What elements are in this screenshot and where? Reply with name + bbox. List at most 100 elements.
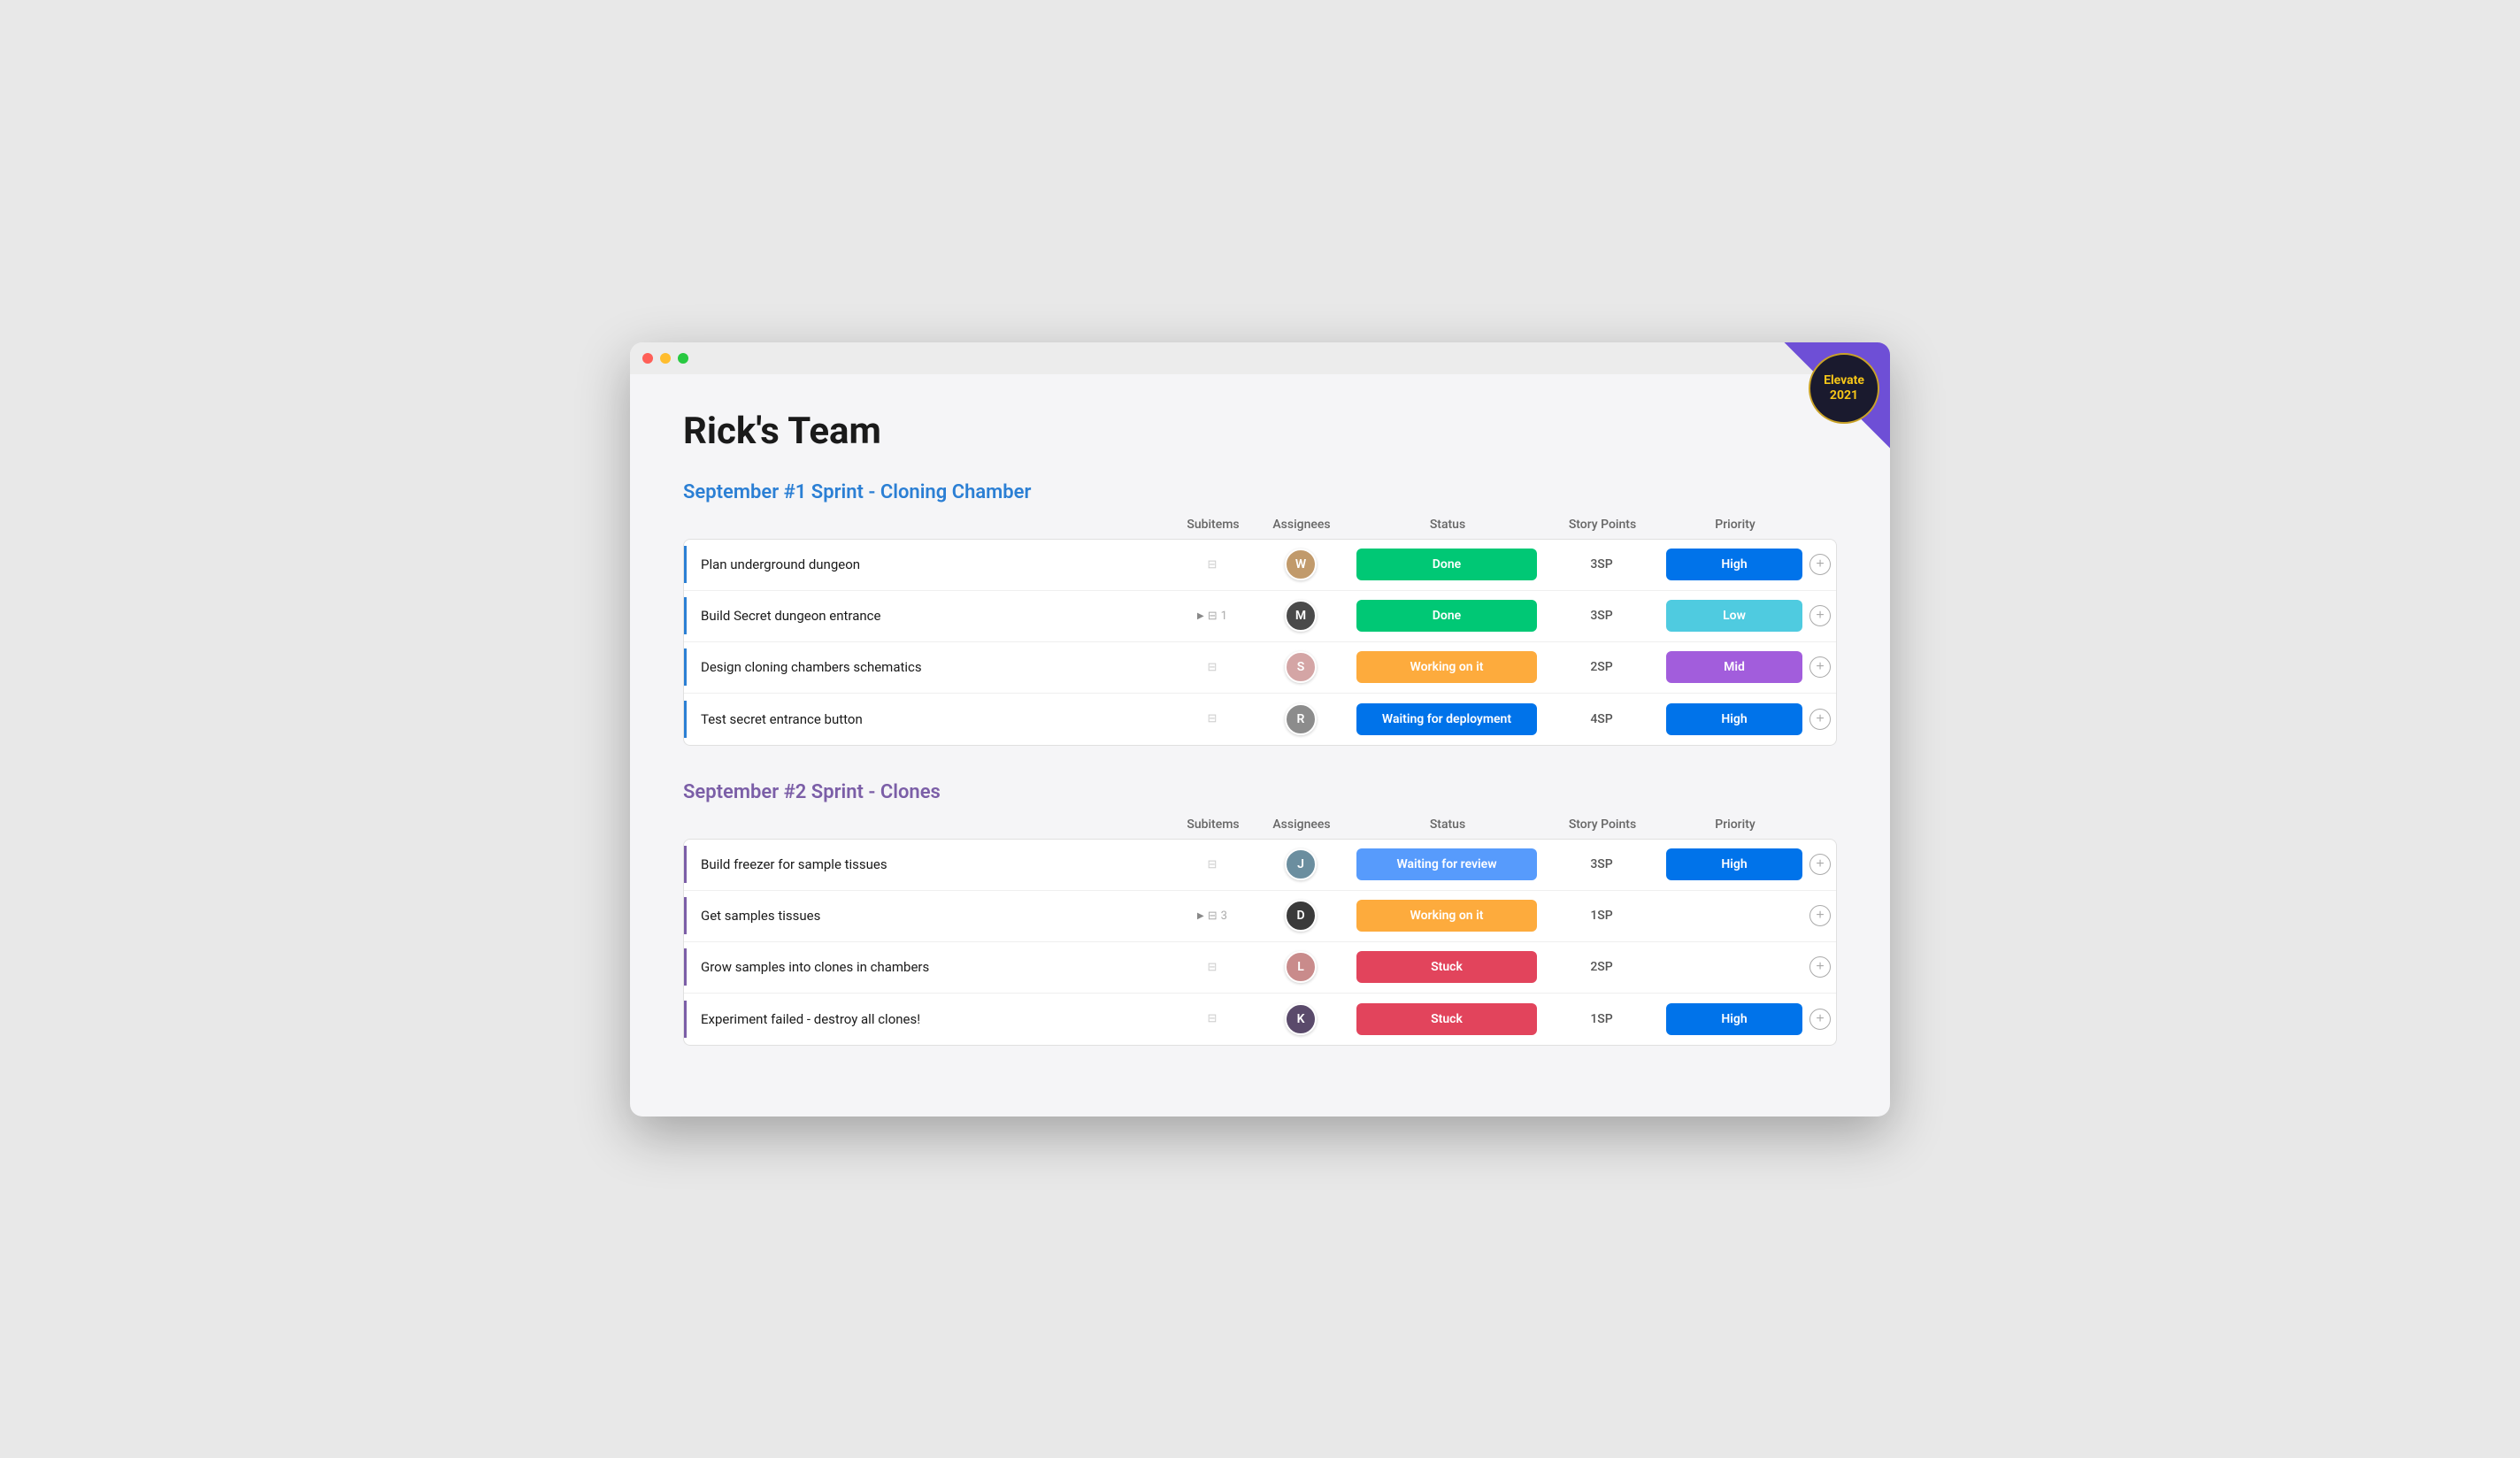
priority-badge[interactable]: High <box>1666 848 1802 880</box>
status-cell[interactable]: Working on it <box>1349 651 1544 683</box>
minimize-button[interactable] <box>660 353 671 364</box>
sprint2-title: September #2 Sprint - Clones <box>683 781 1837 803</box>
table-row[interactable]: Plan underground dungeon⊟WDone3SPHigh+ <box>684 540 1836 591</box>
assignee-cell: J <box>1252 848 1349 880</box>
row-add-button[interactable]: + <box>1809 656 1836 678</box>
close-button[interactable] <box>642 353 653 364</box>
row-add-button[interactable]: + <box>1809 905 1836 926</box>
elevate-badge: Elevate2021 <box>1784 342 1890 449</box>
row-task-name: Build Secret dungeon entrance <box>684 597 1172 634</box>
subitems-cell[interactable]: ⊟ <box>1172 858 1252 871</box>
add-icon[interactable]: + <box>1809 605 1831 626</box>
col-assignees-label2: Assignees <box>1253 817 1350 832</box>
sprint1-table: Plan underground dungeon⊟WDone3SPHigh+Bu… <box>683 539 1837 746</box>
add-icon[interactable]: + <box>1809 656 1831 678</box>
subitems-icon: ⊟ <box>1208 661 1218 674</box>
sprint2-table: Build freezer for sample tissues⊟JWaitin… <box>683 839 1837 1046</box>
status-cell[interactable]: Working on it <box>1349 900 1544 932</box>
priority-cell[interactable]: Mid <box>1659 651 1809 683</box>
priority-cell[interactable]: Low <box>1659 600 1809 632</box>
status-badge[interactable]: Stuck <box>1356 1003 1537 1035</box>
story-points-cell: 1SP <box>1544 909 1659 923</box>
priority-cell[interactable]: High <box>1659 549 1809 580</box>
row-add-button[interactable]: + <box>1809 854 1836 875</box>
expand-icon: ▶ <box>1197 611 1204 621</box>
priority-badge[interactable]: High <box>1666 703 1802 735</box>
row-task-name: Build freezer for sample tissues <box>684 846 1172 883</box>
add-icon[interactable]: + <box>1809 554 1831 575</box>
table-row[interactable]: Design cloning chambers schematics⊟SWork… <box>684 642 1836 694</box>
priority-badge[interactable]: High <box>1666 549 1802 580</box>
add-icon[interactable]: + <box>1809 709 1831 730</box>
table-row[interactable]: Experiment failed - destroy all clones!⊟… <box>684 994 1836 1045</box>
add-icon[interactable]: + <box>1809 1009 1831 1030</box>
subitems-cell[interactable]: ⊟ <box>1172 1012 1252 1025</box>
priority-cell[interactable]: High <box>1659 1003 1809 1035</box>
subitems-cell[interactable]: ⊟ <box>1172 661 1252 674</box>
status-cell[interactable]: Stuck <box>1349 951 1544 983</box>
sprint1-section: September #1 Sprint - Cloning Chamber Su… <box>683 481 1837 746</box>
status-badge[interactable]: Done <box>1356 549 1537 580</box>
col-subitems-label: Subitems <box>1173 518 1253 532</box>
assignee-cell: W <box>1252 549 1349 580</box>
status-badge[interactable]: Waiting for review <box>1356 848 1537 880</box>
add-icon[interactable]: + <box>1809 854 1831 875</box>
priority-cell[interactable]: High <box>1659 703 1809 735</box>
add-icon[interactable]: + <box>1809 905 1831 926</box>
row-task-name: Design cloning chambers schematics <box>684 648 1172 686</box>
story-points-cell: 3SP <box>1544 857 1659 871</box>
badge-text: Elevate2021 <box>1824 373 1864 403</box>
main-content: Rick's Team September #1 Sprint - Clonin… <box>630 374 1890 1117</box>
row-task-name: Get samples tissues <box>684 897 1172 934</box>
subitems-icon: ⊟ <box>1208 712 1218 725</box>
table-row[interactable]: Build Secret dungeon entrance▶⊟1MDone3SP… <box>684 591 1836 642</box>
table-row[interactable]: Grow samples into clones in chambers⊟LSt… <box>684 942 1836 994</box>
assignee-cell: M <box>1252 600 1349 632</box>
status-badge[interactable]: Done <box>1356 600 1537 632</box>
col-storypoints-label: Story Points <box>1545 518 1660 532</box>
row-task-name: Plan underground dungeon <box>684 546 1172 583</box>
status-badge[interactable]: Stuck <box>1356 951 1537 983</box>
status-cell[interactable]: Done <box>1349 549 1544 580</box>
avatar: K <box>1285 1003 1317 1035</box>
status-badge[interactable]: Waiting for deployment <box>1356 703 1537 735</box>
status-badge[interactable]: Working on it <box>1356 651 1537 683</box>
priority-badge[interactable]: Mid <box>1666 651 1802 683</box>
add-icon[interactable]: + <box>1809 956 1831 978</box>
table-row[interactable]: Test secret entrance button⊟RWaiting for… <box>684 694 1836 745</box>
col-status-label: Status <box>1350 518 1545 532</box>
col-priority-label: Priority <box>1660 518 1810 532</box>
subitems-cell[interactable]: ▶⊟1 <box>1172 610 1252 623</box>
priority-cell[interactable]: High <box>1659 848 1809 880</box>
status-cell[interactable]: Done <box>1349 600 1544 632</box>
table-row[interactable]: Build freezer for sample tissues⊟JWaitin… <box>684 840 1836 891</box>
priority-badge[interactable]: High <box>1666 1003 1802 1035</box>
sprint2-section: September #2 Sprint - Clones Subitems As… <box>683 781 1837 1046</box>
expand-icon: ▶ <box>1197 911 1204 921</box>
badge-circle: Elevate2021 <box>1809 353 1879 424</box>
status-cell[interactable]: Waiting for deployment <box>1349 703 1544 735</box>
row-add-button[interactable]: + <box>1809 554 1836 575</box>
subitems-cell[interactable]: ⊟ <box>1172 961 1252 974</box>
app-window: Elevate2021 Rick's Team September #1 Spr… <box>630 342 1890 1117</box>
row-add-button[interactable]: + <box>1809 956 1836 978</box>
page-title: Rick's Team <box>683 410 1837 453</box>
subitems-cell[interactable]: ▶⊟3 <box>1172 909 1252 923</box>
subitems-count: 3 <box>1221 909 1227 923</box>
row-add-button[interactable]: + <box>1809 1009 1836 1030</box>
titlebar <box>630 342 1890 374</box>
row-add-button[interactable]: + <box>1809 709 1836 730</box>
row-add-button[interactable]: + <box>1809 605 1836 626</box>
status-cell[interactable]: Waiting for review <box>1349 848 1544 880</box>
priority-badge[interactable]: Low <box>1666 600 1802 632</box>
col-assignees-label: Assignees <box>1253 518 1350 532</box>
table-row[interactable]: Get samples tissues▶⊟3 D Working on it 1SP + <box>684 891 1836 942</box>
sprint2-header: Subitems Assignees Status Story Points P… <box>683 817 1837 839</box>
story-points-cell: 2SP <box>1544 660 1659 674</box>
maximize-button[interactable] <box>678 353 688 364</box>
status-badge[interactable]: Working on it <box>1356 900 1537 932</box>
subitems-cell[interactable]: ⊟ <box>1172 712 1252 725</box>
status-cell[interactable]: Stuck <box>1349 1003 1544 1035</box>
avatar: D <box>1285 900 1317 932</box>
subitems-cell[interactable]: ⊟ <box>1172 558 1252 572</box>
